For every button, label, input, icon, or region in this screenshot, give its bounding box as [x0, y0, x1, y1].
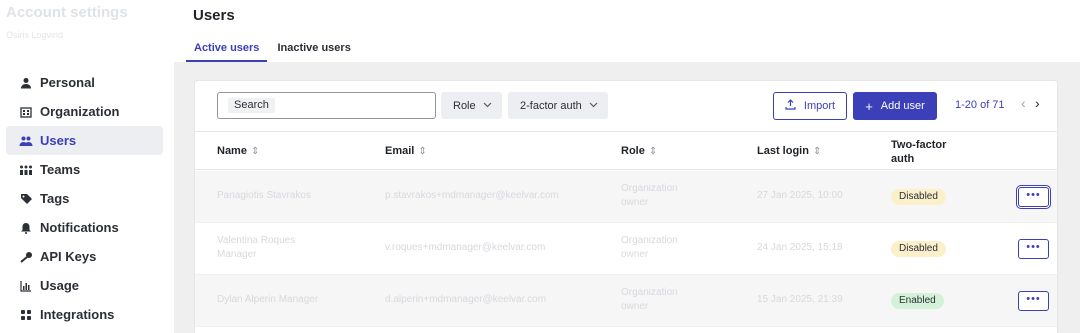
tag-icon [18, 193, 34, 205]
sidebar-item-integrations[interactable]: Integrations [6, 300, 163, 329]
sidebar-item-label: Organization [40, 104, 120, 119]
search-placeholder: Search [228, 98, 275, 113]
cell-name: Panagiotis Stavrakos [217, 190, 311, 201]
cell-email: v.roques+mdmanager@keelvar.com [385, 242, 546, 253]
sidebar-item-label: Notifications [40, 220, 119, 235]
row-actions-button[interactable]: ••• [1018, 291, 1049, 311]
cell-role: Organization owner [621, 183, 678, 208]
pagination-info: 1-20 of 71 [955, 99, 1005, 111]
users-icon [18, 135, 34, 147]
table-row: Dylan Alperin Manager d.alperin+mdmanage… [195, 275, 1057, 327]
column-header-last-login[interactable]: Last login ⇕ [757, 145, 821, 157]
column-header-role[interactable]: Role ⇕ [621, 145, 657, 157]
add-user-label: Add user [880, 100, 925, 112]
chevron-down-icon [483, 100, 492, 111]
main-panel: Users Active users Inactive users Search… [174, 0, 1080, 333]
column-header-two-factor: Two-factor auth [891, 139, 947, 165]
sidebar-item-organization[interactable]: Organization [6, 97, 163, 126]
column-header-name[interactable]: Name ⇕ [217, 145, 259, 157]
cell-role: Organization owner [621, 235, 678, 260]
import-label: Import [803, 100, 836, 112]
sidebar-item-notifications[interactable]: Notifications [6, 213, 163, 242]
search-input[interactable]: Search [217, 92, 436, 119]
role-filter-label: Role [453, 99, 476, 112]
sidebar-item-teams[interactable]: Teams [6, 155, 163, 184]
cell-name: Valentina Roques Manager [217, 235, 296, 260]
sidebar-item-personal[interactable]: Personal [6, 68, 163, 97]
team-icon [18, 164, 34, 176]
sidebar-title: Account settings [6, 4, 128, 21]
chevron-right-icon[interactable]: › [1035, 95, 1040, 111]
sidebar-item-usage[interactable]: Usage [6, 271, 163, 300]
sidebar-item-label: Tags [40, 191, 70, 206]
import-button[interactable]: Import [773, 92, 847, 120]
sidebar-item-label: Users [40, 133, 77, 148]
cell-email: d.alperin+mdmanager@keelvar.com [385, 294, 547, 305]
table-header: Name ⇕ Email ⇕ Role ⇕ Last login ⇕ Two-facto… [195, 131, 1057, 170]
cell-last-login: 15 Jan 2025, 21:39 [757, 294, 843, 305]
row-actions-button[interactable]: ••• [1018, 187, 1049, 207]
sort-icon: ⇕ [250, 146, 260, 157]
sort-icon: ⇕ [812, 146, 822, 157]
status-badge: Enabled [891, 293, 944, 309]
plus-icon: + [865, 98, 873, 114]
content-area: Search Role 2-factor auth Import + Add u… [174, 62, 1080, 333]
sidebar: Account settings Osiris Logvind Personal… [0, 0, 174, 333]
sort-icon: ⇕ [648, 146, 658, 157]
sidebar-item-api-keys[interactable]: API Keys [6, 242, 163, 271]
status-badge: Disabled [891, 189, 946, 205]
sidebar-item-label: Integrations [40, 307, 115, 322]
page-title: Users [193, 7, 235, 24]
chart-icon [18, 280, 34, 292]
building-icon [18, 106, 34, 118]
cell-email: p.stavrakos+mdmanager@keelvar.com [385, 190, 559, 201]
grid-icon [18, 309, 34, 321]
tabs: Active users Inactive users [186, 42, 351, 62]
sidebar-item-label: Teams [40, 162, 81, 177]
person-icon [18, 77, 34, 89]
table-row: Valentina Roques Manager v.roques+mdmana… [195, 223, 1057, 275]
sort-icon: ⇕ [418, 146, 427, 157]
bell-icon [18, 222, 34, 234]
twofa-filter[interactable]: 2-factor auth [508, 92, 608, 119]
cell-last-login: 24 Jan 2025, 15:18 [757, 242, 843, 253]
role-filter[interactable]: Role [441, 92, 502, 119]
tab-inactive-users[interactable]: Inactive users [277, 42, 350, 62]
column-header-email[interactable]: Email ⇕ [385, 145, 427, 157]
twofa-filter-label: 2-factor auth [520, 99, 582, 112]
sidebar-subtitle: Osiris Logvind [6, 30, 64, 40]
chevron-left-icon[interactable]: ‹ [1021, 95, 1026, 111]
cell-name: Dylan Alperin Manager [217, 294, 319, 305]
key-icon [18, 251, 34, 263]
toolbar: Search Role 2-factor auth Import + Add u… [195, 81, 1057, 131]
cell-role: Organization owner [621, 287, 678, 312]
status-badge: Disabled [891, 241, 946, 257]
row-actions-button[interactable]: ••• [1018, 239, 1049, 259]
chevron-down-icon [589, 100, 598, 111]
table-row: Panagiotis Stavrakos p.stavrakos+mdmanag… [195, 171, 1057, 223]
upload-icon [785, 99, 796, 113]
sidebar-item-tags[interactable]: Tags [6, 184, 163, 213]
cell-last-login: 27 Jan 2025, 10:00 [757, 190, 843, 201]
sidebar-nav: Personal Organization Users Teams Tags N… [6, 68, 163, 329]
sidebar-item-users[interactable]: Users [6, 126, 163, 155]
users-card: Search Role 2-factor auth Import + Add u… [194, 80, 1058, 333]
add-user-button[interactable]: + Add user [853, 92, 937, 120]
tab-active-users[interactable]: Active users [186, 42, 268, 62]
sidebar-item-label: Personal [40, 75, 95, 90]
sidebar-item-label: API Keys [40, 249, 97, 264]
sidebar-item-label: Usage [40, 278, 80, 293]
